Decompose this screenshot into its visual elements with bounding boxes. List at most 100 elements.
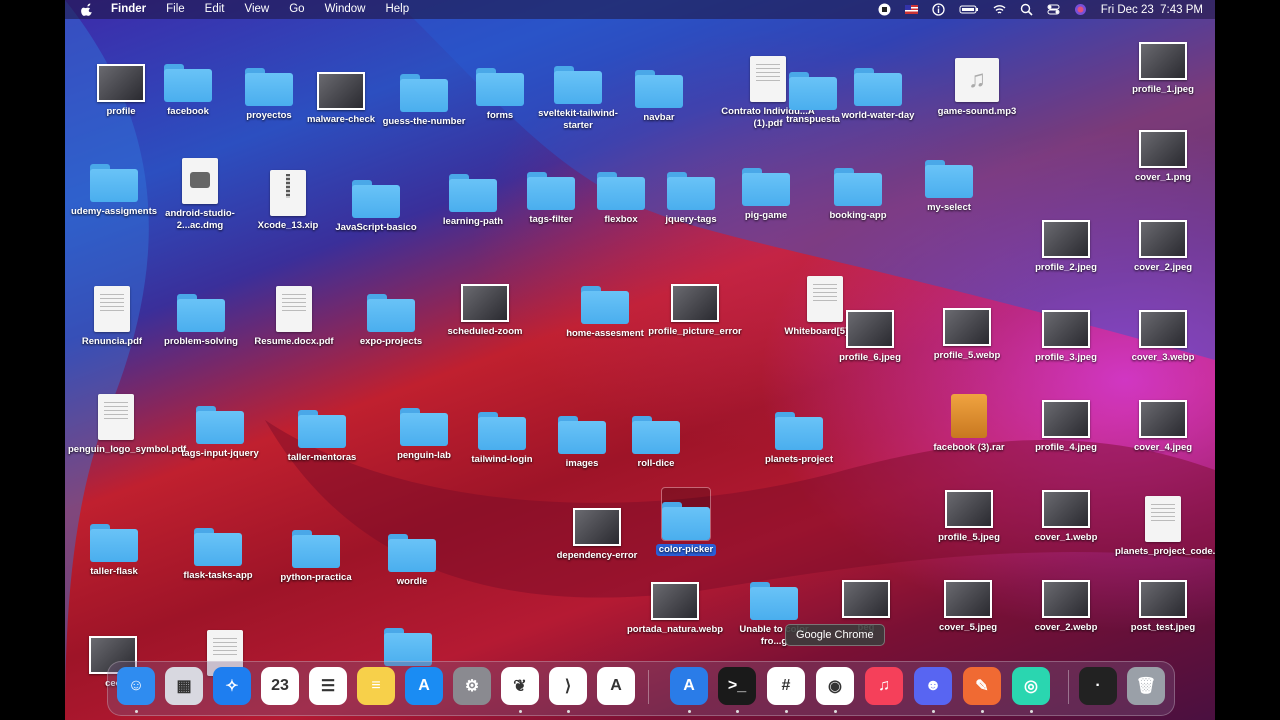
battery-icon[interactable]: [959, 3, 979, 16]
dock-app-postman[interactable]: ✎: [963, 667, 1001, 705]
desktop-item-flask-tasks-app[interactable]: flask-tasks-app: [170, 514, 266, 582]
dock-app-xcode-instruments[interactable]: A: [670, 667, 708, 705]
folder-icon: [400, 74, 448, 112]
desktop-item-profile-4-jpeg[interactable]: profile_4.jpeg: [1018, 386, 1114, 454]
desktop-item-planets-project[interactable]: planets-project: [751, 398, 847, 466]
apple-icon[interactable]: [81, 3, 93, 16]
siri-icon[interactable]: [1074, 3, 1087, 16]
dock-app-visual-studio-code[interactable]: ⟩: [549, 667, 587, 705]
desktop-item-cover-3-webp[interactable]: cover_3.webp: [1115, 296, 1211, 364]
javascript-file-icon: [1145, 496, 1181, 542]
desktop-item-python-practica[interactable]: python-practica: [268, 516, 364, 584]
desktop-item-cover-2-webp[interactable]: cover_2.webp: [1018, 566, 1114, 634]
dock-app-finder[interactable]: ☺: [117, 667, 155, 705]
desktop-item-dependency-error[interactable]: dependency-error: [549, 494, 645, 562]
desktop-item-tags-input-jquery[interactable]: tags-input-jquery: [172, 392, 268, 460]
dock-app-discord[interactable]: ☻: [914, 667, 952, 705]
flag-us-icon[interactable]: [904, 3, 918, 16]
desktop-item-renuncia-pdf[interactable]: Renuncia.pdf: [65, 280, 160, 348]
menu-window[interactable]: Window: [315, 0, 376, 19]
menu-file[interactable]: File: [156, 0, 195, 19]
dock-app-notes[interactable]: ≡: [357, 667, 395, 705]
desktop-item-profile-5-webp[interactable]: profile_5.webp: [919, 294, 1015, 362]
desktop-item-home-assesment[interactable]: home-assesment: [557, 272, 653, 340]
wifi-icon[interactable]: [993, 3, 1006, 16]
desktop-item-taller-flask[interactable]: taller-flask: [66, 510, 162, 578]
desktop-item-facebook-3-rar[interactable]: facebook (3).rar: [921, 386, 1017, 454]
desktop-item-my-select[interactable]: my-select: [901, 146, 997, 214]
dock-app-screen-recording[interactable]: ·: [1079, 667, 1117, 705]
running-indicator: [1030, 710, 1033, 713]
desktop-item-scheduled-zoom[interactable]: scheduled-zoom: [437, 270, 533, 338]
dock-app-calendar[interactable]: 23: [261, 667, 299, 705]
desktop-item-profile-5-jpeg[interactable]: profile_5.jpeg: [921, 476, 1017, 544]
desktop-item-udemy-assigments[interactable]: udemy-assigments: [66, 150, 162, 218]
folder-icon: [554, 66, 602, 104]
desktop-item-navbar[interactable]: navbar: [611, 56, 707, 124]
folder-icon: [775, 412, 823, 450]
desktop-item-cover-1-webp[interactable]: cover_1.webp: [1018, 476, 1114, 544]
desktop-item-cover-1-png[interactable]: cover_1.png: [1115, 116, 1211, 184]
desktop-item-expo-projects[interactable]: expo-projects: [343, 280, 439, 348]
desktop-item-booking-app[interactable]: booking-app: [810, 154, 906, 222]
dock-app-terminal[interactable]: >_: [718, 667, 756, 705]
postman-icon: ✎: [975, 678, 989, 695]
dock-app-system-preferences[interactable]: ⚙: [453, 667, 491, 705]
menu-go[interactable]: Go: [279, 0, 314, 19]
desktop-item-cover-2-jpeg[interactable]: cover_2.jpeg: [1115, 206, 1211, 274]
info-icon[interactable]: [932, 3, 945, 16]
desktop-item-profile-6-jpeg[interactable]: profile_6.jpeg: [822, 296, 918, 364]
dock-app-colorslurp[interactable]: ◎: [1012, 667, 1050, 705]
desktop-item-profile-2-jpeg[interactable]: profile_2.jpeg: [1018, 206, 1114, 274]
desktop-item-xcode-13-xip[interactable]: Xcode_13.xip: [240, 164, 336, 232]
desktop-item-label: dependency-error: [556, 550, 638, 561]
desktop-item-android-studio-2-ac-dmg[interactable]: android-studio-2...ac.dmg: [152, 152, 248, 232]
desktop-item-profile-1-jpeg[interactable]: profile_1.jpeg: [1115, 28, 1211, 96]
desktop-item-problem-solving[interactable]: problem-solving: [153, 280, 249, 348]
menu-edit[interactable]: Edit: [195, 0, 235, 19]
menu-app-finder[interactable]: Finder: [101, 0, 156, 19]
dock-app-trash[interactable]: 🗑: [1127, 667, 1165, 705]
dock-app-app-store[interactable]: A: [405, 667, 443, 705]
desktop-item-wordle[interactable]: wordle: [364, 520, 460, 588]
desktop-item-resume-docx-pdf[interactable]: Resume.docx.pdf: [246, 280, 342, 348]
desktop-item-profile-picture-error[interactable]: profile_picture_error: [647, 270, 743, 338]
control-center-icon[interactable]: [1047, 3, 1060, 16]
desktop-item-planets-project-code-js[interactable]: planets_project_code.js: [1115, 490, 1215, 558]
dock-app-reminders[interactable]: ☰: [309, 667, 347, 705]
desktop-item-malware-check[interactable]: malware-check: [293, 58, 389, 126]
dock-app-slack[interactable]: #: [767, 667, 805, 705]
image-thumbnail-icon: [671, 284, 719, 322]
menu-clock[interactable]: Fri Dec 23 7:43 PM: [1101, 4, 1203, 16]
dock-app-mongodb-compass[interactable]: ❦: [501, 667, 539, 705]
launchpad-icon: ▦: [176, 678, 192, 695]
desktop-item-portada-natura-webp[interactable]: portada_natura.webp: [627, 568, 723, 636]
screen-record-icon[interactable]: [878, 3, 891, 16]
desktop-item-taller-mentoras[interactable]: taller-mentoras: [274, 396, 370, 464]
desktop-item-pig-game[interactable]: pig-game: [718, 154, 814, 222]
dock-app-safari[interactable]: ✧: [213, 667, 251, 705]
desktop-item-post-test-jpeg[interactable]: post_test.jpeg: [1115, 566, 1211, 634]
desktop-item-roll-dice[interactable]: roll-dice: [608, 402, 704, 470]
desktop-item-penguin-logo-symbol-pdf[interactable]: penguin_logo_symbol.pdf: [68, 388, 186, 456]
pdf-file-icon: [276, 286, 312, 332]
desktop-item-label: profile_5.jpeg: [938, 532, 1000, 543]
desktop-item-profile-3-jpeg[interactable]: profile_3.jpeg: [1018, 296, 1114, 364]
dock-app-android-studio[interactable]: A: [597, 667, 635, 705]
music-icon: ♫: [878, 677, 890, 694]
dock-app-google-chrome[interactable]: ◉: [816, 667, 854, 705]
search-icon[interactable]: [1020, 3, 1033, 16]
desktop-item-javascript-basico[interactable]: JavaScript-basico: [328, 166, 424, 234]
desktop-item-cover-4-jpeg[interactable]: cover_4.jpeg: [1115, 386, 1211, 454]
dock-app-music[interactable]: ♫: [865, 667, 903, 705]
dock-app-launchpad[interactable]: ▦: [165, 667, 203, 705]
menu-view[interactable]: View: [235, 0, 280, 19]
desktop-item-label: color-picker: [655, 544, 717, 556]
desktop-item-game-sound-mp3[interactable]: ♫ game-sound.mp3: [929, 50, 1025, 118]
visual-studio-code-icon: ⟩: [564, 678, 572, 695]
image-thumbnail-icon: [944, 580, 992, 618]
desktop-item-color-picker[interactable]: color-picker: [638, 487, 734, 556]
desktop-item-world-water-day[interactable]: world-water-day: [830, 54, 926, 122]
desktop-item-cover-5-jpeg[interactable]: cover_5.jpeg: [920, 566, 1016, 634]
menu-help[interactable]: Help: [375, 0, 419, 19]
